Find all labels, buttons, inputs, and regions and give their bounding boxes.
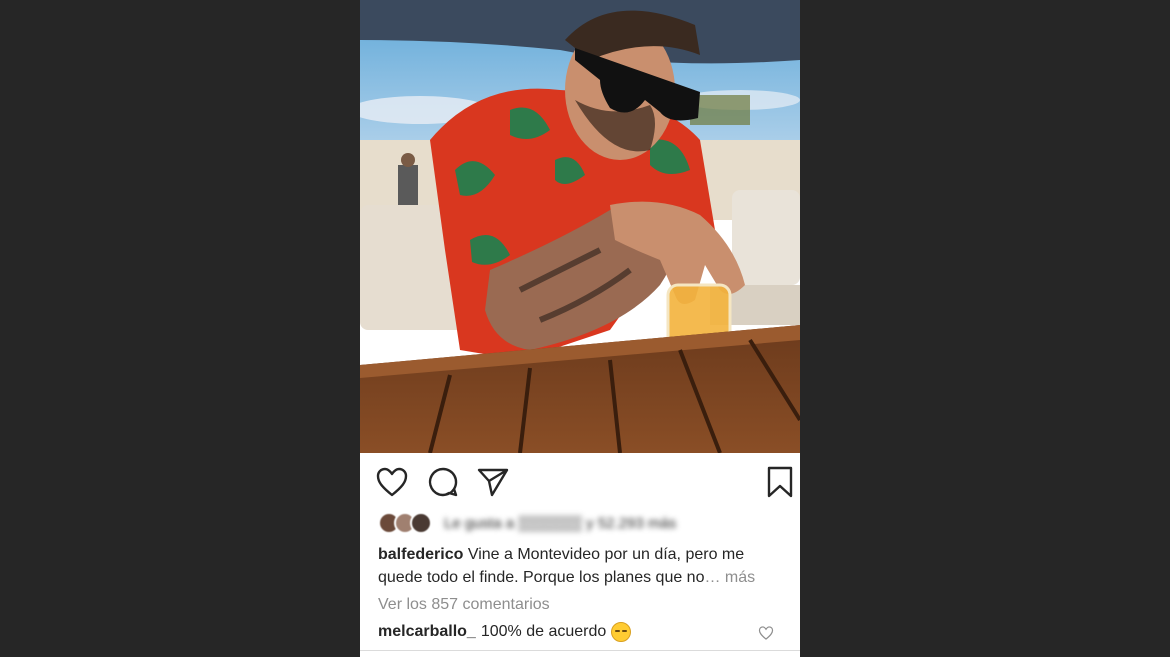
liker-avatars [378,512,432,534]
likes-summary[interactable]: Le gusta a ▒▒▒▒▒▒ y 52.293 más [378,510,676,536]
divider [360,650,800,651]
action-bar [360,453,800,511]
small-heart-icon[interactable] [758,626,774,645]
bookmark-icon [766,466,794,498]
paper-plane-icon [477,467,509,497]
comment-button[interactable] [426,466,460,498]
caption-username[interactable]: balfederico [378,546,463,563]
post-photo[interactable] [360,0,800,453]
instagram-post: Le gusta a ▒▒▒▒▒▒ y 52.293 más balfederi… [360,0,800,657]
comment-text: 100% de acuerdo [480,623,607,640]
like-button[interactable] [375,466,409,498]
avatar [410,512,432,534]
comment-bubble-icon [428,467,458,497]
post-caption: balfederico Vine a Montevideo por un día… [378,543,788,589]
comment-username[interactable]: melcarballo_ [378,623,476,641]
likes-text: Le gusta a ▒▒▒▒▒▒ y 52.293 más [444,514,677,532]
view-comments-link[interactable]: Ver los 857 comentarios [378,596,550,614]
more-link[interactable]: … más [704,569,755,586]
share-button[interactable] [476,466,510,498]
comment-row: melcarballo_ 100% de acuerdo [378,620,782,644]
heart-icon [376,467,408,497]
relieved-face-emoji [611,622,632,642]
save-button[interactable] [763,466,797,498]
